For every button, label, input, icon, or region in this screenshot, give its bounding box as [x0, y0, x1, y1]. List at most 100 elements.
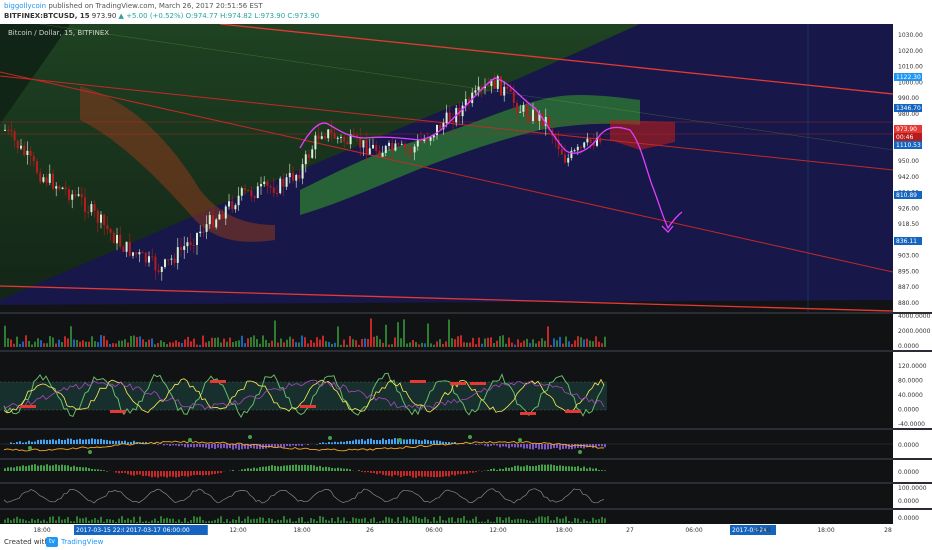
volume-bar-2 [160, 516, 162, 523]
volume-bar-2 [409, 519, 411, 523]
volume-bar [76, 339, 78, 347]
volume-bar-2 [43, 519, 45, 523]
candle [317, 135, 320, 139]
tradingview-brand[interactable]: TradingView [61, 538, 103, 546]
osc-bar [436, 471, 438, 478]
volume-bar [259, 343, 261, 347]
volume-bar [595, 336, 597, 347]
osc-bar [202, 471, 204, 476]
volume-bar [91, 336, 93, 347]
chart-area[interactable]: 1030.00 1020.00 1010.00 1000.00 990.00 980.00… [0, 23, 932, 536]
volume-bar [79, 341, 81, 347]
time-tick: 06:00 [685, 527, 702, 534]
volume-bar [55, 343, 57, 347]
volume-bar-2 [181, 521, 183, 523]
volume-bar-2 [136, 521, 138, 523]
volume-bar-2 [67, 517, 69, 523]
osc-bar [376, 471, 378, 475]
candle [372, 144, 374, 149]
volume-bar-2 [154, 518, 156, 523]
candle [100, 214, 102, 223]
candle [77, 194, 80, 196]
candle [522, 105, 525, 112]
osc-bar [49, 465, 51, 471]
volume-bar [484, 338, 486, 347]
candle [362, 140, 365, 148]
volume-bar-2 [427, 519, 429, 523]
volume-bar-2 [535, 518, 537, 523]
volume-bar-2 [391, 518, 393, 523]
price-tick: 1010.00 [898, 64, 923, 71]
candle [375, 144, 378, 151]
osc-bar [286, 465, 288, 471]
candle [503, 86, 506, 96]
candle [426, 138, 429, 141]
osc-bar [124, 471, 126, 473]
volume-bar [112, 343, 114, 347]
macd-bar [166, 444, 168, 446]
macd-bar [499, 444, 501, 448]
osc-bar [79, 466, 81, 471]
macd-bar [226, 444, 228, 449]
volume-bar-2 [19, 518, 21, 523]
candle [282, 178, 285, 187]
volume-bar [517, 339, 519, 347]
volume-bar [478, 337, 480, 347]
volume-bar-2 [271, 518, 273, 523]
volume-bar-2 [184, 517, 186, 523]
macd-bar [394, 438, 396, 444]
volume-bar-2 [538, 516, 540, 523]
osc-bar [529, 465, 531, 471]
candle [26, 150, 29, 155]
volume-bar [139, 336, 141, 347]
price-label: 973.90 [91, 12, 117, 20]
macd-bar [46, 440, 48, 444]
osc-bar [418, 471, 420, 477]
candle [410, 149, 413, 153]
volume-bar-2 [91, 519, 93, 523]
author-link[interactable]: biggollycoin [4, 2, 46, 10]
volume-bar [223, 338, 225, 347]
volume-bar-2 [583, 519, 585, 523]
volume-bar [190, 341, 192, 347]
ohlc-label: O:974.77 H:974.82 L:973.90 C:973.90 [185, 12, 320, 20]
symbol-line: BITFINEX:BTCUSD, 15 973.90 ▲ +5.00 (+0.5… [4, 12, 319, 20]
candle [58, 186, 61, 189]
candle [240, 188, 243, 196]
candle [80, 194, 83, 198]
osc-bar [538, 464, 540, 471]
macd-dot [88, 450, 92, 454]
osc-bar [541, 464, 543, 471]
volume-bar-2 [331, 518, 333, 523]
candle [304, 154, 307, 165]
volume-bar-2 [454, 521, 456, 523]
osc-bar [460, 471, 462, 475]
candle [384, 145, 387, 153]
candle [407, 148, 410, 150]
price-tag: 1110.53 [896, 142, 921, 149]
candle [586, 138, 589, 143]
osc-bar [493, 468, 495, 471]
candle [183, 246, 186, 250]
macd-bar [130, 441, 132, 444]
volume-bar [574, 340, 576, 347]
momentum-pane [0, 484, 893, 508]
osc-bar [451, 471, 453, 475]
price-tag: 973.90 [896, 126, 917, 133]
candle [23, 145, 26, 155]
candle [340, 136, 342, 138]
macd-bar [268, 444, 270, 448]
candle [148, 256, 150, 263]
candle [583, 142, 586, 148]
volume-bar [286, 339, 288, 347]
volume-bar [127, 342, 129, 347]
candle [516, 102, 518, 113]
osc-bar [220, 471, 222, 473]
macd-bar [439, 440, 441, 444]
macd-bar [106, 440, 108, 444]
osc-bar [277, 466, 279, 471]
volume-bar-2 [502, 520, 504, 523]
rsi-tick: 40.0000 [898, 392, 923, 399]
volume-bar [184, 339, 186, 347]
volume-bar-2 [34, 520, 36, 523]
